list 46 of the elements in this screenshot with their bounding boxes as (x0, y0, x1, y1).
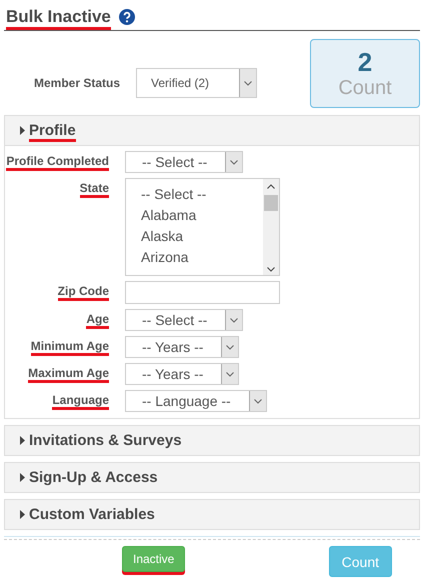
field-label: Minimum Age (30, 339, 109, 353)
section-title: Profile (29, 122, 76, 139)
section-header[interactable]: Custom Variables (5, 500, 419, 529)
count-number: 2 (358, 48, 372, 76)
chevron-up-icon[interactable] (267, 184, 275, 189)
list-option[interactable]: Alaska (141, 226, 263, 247)
caret-right-icon (20, 126, 25, 135)
caret-right-icon (20, 510, 25, 519)
chevron-down-icon (230, 318, 238, 322)
chevron-down-icon (230, 160, 238, 164)
dropdown[interactable]: -- Years -- (125, 363, 240, 385)
input-field[interactable] (125, 281, 280, 304)
list-box[interactable]: -- Select -- Alabama Alaska Arizona (125, 178, 280, 276)
section-header[interactable]: Invitations & Surveys (5, 426, 419, 455)
chevron-down-icon (226, 344, 234, 350)
dropdown[interactable]: -- Years -- (125, 336, 240, 358)
section-title: Sign-Up & Access (29, 469, 158, 486)
scrollbar[interactable] (263, 179, 279, 275)
field-label: Age (86, 312, 109, 326)
field-label: Zip Code (58, 284, 109, 298)
section-header[interactable]: Profile (5, 116, 419, 145)
field-label: Language (52, 393, 109, 407)
chevron-down-icon (254, 398, 262, 404)
chevron-down-icon (226, 372, 234, 376)
list-option[interactable]: Arizona (141, 247, 263, 268)
field-label: Member Status (34, 76, 120, 90)
chevron-down-icon[interactable] (267, 267, 275, 272)
help-icon[interactable] (118, 9, 135, 25)
field-label: Maximum Age (28, 366, 109, 380)
caret-right-icon (20, 436, 25, 445)
section-header[interactable]: Sign-Up & Access (5, 463, 419, 492)
section-title: Custom Variables (29, 506, 155, 523)
member-status-select[interactable]: Verified (2) (136, 68, 258, 98)
field-label: Profile Completed (6, 154, 109, 168)
list-option[interactable]: Alabama (141, 205, 263, 226)
page-title: Bulk Inactive (6, 7, 111, 27)
dropdown[interactable]: -- Language -- (125, 390, 267, 412)
chevron-down-icon (244, 80, 252, 86)
list-option[interactable]: -- Select -- (141, 184, 263, 205)
dropdown[interactable]: -- Select -- (125, 151, 244, 173)
field-label: State (80, 181, 109, 195)
caret-right-icon (20, 473, 25, 482)
dropdown[interactable]: -- Select -- (125, 309, 244, 331)
count-label: Count (338, 76, 392, 100)
scrollbar-thumb[interactable] (264, 195, 278, 211)
section-title: Invitations & Surveys (29, 432, 182, 449)
